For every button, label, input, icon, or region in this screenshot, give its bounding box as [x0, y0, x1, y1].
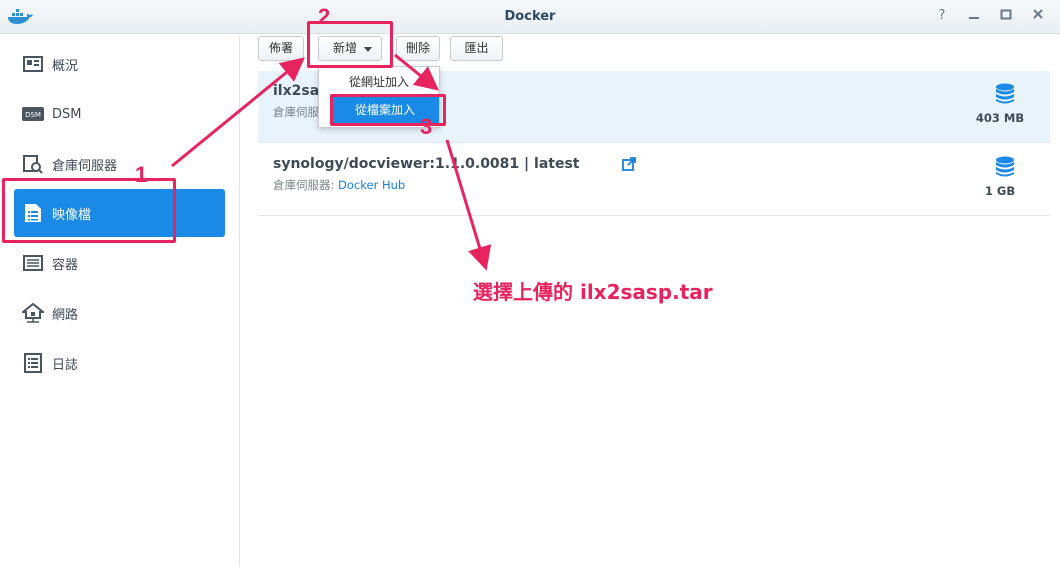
- annotation-box-step1: [2, 178, 176, 243]
- arrow-step2: [394, 53, 439, 91]
- annotation-step3-number: 3: [420, 114, 433, 139]
- annotation-step2-number: 2: [318, 4, 331, 29]
- annotation-note: 選擇上傳的 ilx2sasp.tar: [473, 280, 713, 304]
- arrow-step3: [445, 139, 492, 271]
- arrow-step1: [171, 57, 305, 168]
- annotation-step1-number: 1: [135, 162, 148, 187]
